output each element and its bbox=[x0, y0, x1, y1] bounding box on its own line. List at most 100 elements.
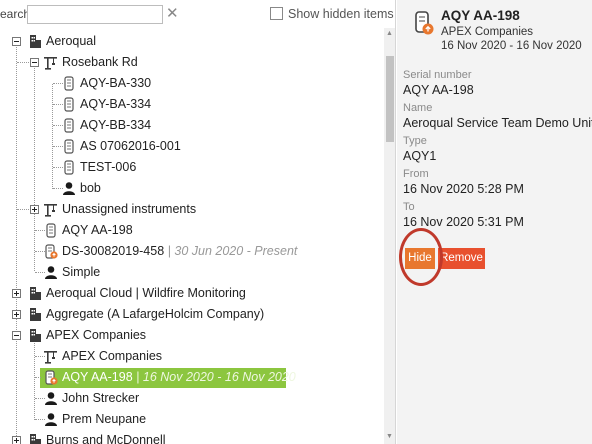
tree-item-aqy-ba-334[interactable]: AQY-BA-334 bbox=[0, 94, 384, 115]
tree-item-apex-companies[interactable]: APEX Companies bbox=[0, 325, 384, 346]
building-icon bbox=[30, 329, 41, 342]
user-icon bbox=[63, 182, 75, 195]
tree-item-label: AQY-BA-330 bbox=[80, 76, 152, 90]
tree-item-aggregate[interactable]: Aggregate (A LafargeHolcim Company) bbox=[0, 304, 384, 325]
from-value: 16 Nov 2020 5:28 PM bbox=[403, 182, 524, 196]
tree-item-label: AQY AA-198 | 16 Nov 2020 - 16 Nov 2020 bbox=[62, 367, 296, 388]
tree-item-label: Rosebank Rd bbox=[62, 55, 138, 69]
show-hidden-label[interactable]: Show hidden items bbox=[288, 7, 394, 21]
tree-item-test-006[interactable]: TEST-006 bbox=[0, 157, 384, 178]
tree-item-aqy-bb-334[interactable]: AQY-BB-334 bbox=[0, 115, 384, 136]
tree-item-unassigned-instruments[interactable]: Unassigned instruments bbox=[0, 199, 384, 220]
instrument-icon bbox=[64, 97, 74, 112]
scroll-down-icon[interactable]: ▼ bbox=[386, 433, 393, 440]
tree-item-aqy-ba-330[interactable]: AQY-BA-330 bbox=[0, 73, 384, 94]
serial-number-label: Serial number bbox=[403, 69, 472, 81]
tree-item-separator: | bbox=[136, 370, 140, 384]
tree-item-separator: | bbox=[167, 244, 171, 258]
tree-item-label: AQY AA-198 bbox=[62, 223, 133, 237]
name-label: Name bbox=[403, 102, 433, 114]
instrument-icon bbox=[64, 160, 74, 175]
detail-panel: AQY AA-198 APEX Companies 16 Nov 2020 - … bbox=[397, 0, 592, 444]
tree-item-label: John Strecker bbox=[62, 391, 140, 405]
site-crane-icon bbox=[44, 57, 57, 70]
tree-item-label: Aeroqual bbox=[46, 34, 97, 48]
building-icon bbox=[30, 308, 41, 321]
tree-item-aeroqual[interactable]: Aeroqual bbox=[0, 31, 384, 52]
tree-item-label-text: DS-30082019-458 bbox=[62, 244, 165, 258]
tree-item-date-range: 30 Jun 2020 - Present bbox=[174, 244, 298, 258]
device-organization: APEX Companies bbox=[441, 26, 534, 38]
instrument-icon bbox=[46, 223, 56, 238]
expand-toggle[interactable] bbox=[12, 436, 21, 444]
scroll-up-icon[interactable]: ▲ bbox=[386, 30, 393, 37]
tree-item-label: Simple bbox=[62, 265, 101, 279]
name-value: Aeroqual Service Team Demo Unit bbox=[403, 116, 592, 130]
instrument-icon bbox=[64, 76, 74, 91]
tree-guide bbox=[17, 62, 29, 63]
device-title: AQY AA-198 bbox=[441, 8, 520, 23]
tree-item-ds-30082019-458[interactable]: DS-30082019-458 | 30 Jun 2020 - Present bbox=[0, 241, 384, 262]
expand-toggle[interactable] bbox=[12, 289, 21, 298]
site-crane-icon bbox=[44, 351, 57, 364]
tree-item-apex-companies-site[interactable]: APEX Companies bbox=[0, 346, 384, 367]
show-hidden-checkbox[interactable] bbox=[270, 7, 283, 20]
tree-item-prem-neupane[interactable]: Prem Neupane bbox=[0, 409, 384, 430]
type-label: Type bbox=[403, 135, 427, 147]
tree-panel: earch ✕ Show hidden items Aeroqual Roseb… bbox=[0, 0, 396, 444]
from-label: From bbox=[403, 168, 429, 180]
device-date-range: 16 Nov 2020 - 16 Nov 2020 bbox=[441, 40, 582, 52]
building-icon bbox=[30, 35, 41, 48]
tree-item-bob[interactable]: bob bbox=[0, 178, 384, 199]
building-icon bbox=[30, 434, 41, 444]
tree-item-label: AS 07062016-001 bbox=[80, 139, 181, 153]
search-input[interactable] bbox=[27, 5, 163, 24]
hide-button[interactable]: Hide bbox=[405, 248, 435, 269]
tree-item-burns-and-mcdonnell[interactable]: Burns and McDonnell bbox=[0, 430, 384, 444]
collapse-toggle[interactable] bbox=[12, 331, 21, 340]
instrument-shared-icon bbox=[415, 11, 434, 35]
serial-number-value: AQY AA-198 bbox=[403, 83, 474, 97]
tree-item-label: Burns and McDonnell bbox=[46, 433, 166, 444]
tree-toolbar: earch ✕ Show hidden items bbox=[0, 0, 395, 28]
tree-item-label: Aggregate (A LafargeHolcim Company) bbox=[46, 307, 265, 321]
remove-button[interactable]: Remove bbox=[438, 248, 485, 269]
tree-item-aqy-aa-198-selected[interactable]: AQY AA-198 | 16 Nov 2020 - 16 Nov 2020 bbox=[0, 367, 384, 388]
tree-item-simple[interactable]: Simple bbox=[0, 262, 384, 283]
tree-item-label: AQY-BA-334 bbox=[80, 97, 152, 111]
tree-item-john-strecker[interactable]: John Strecker bbox=[0, 388, 384, 409]
tree-scrollbar-thumb[interactable] bbox=[386, 56, 394, 142]
tree-item-label: APEX Companies bbox=[62, 349, 163, 363]
tree-item-label: DS-30082019-458 | 30 Jun 2020 - Present bbox=[62, 241, 297, 262]
user-icon bbox=[45, 392, 57, 405]
close-icon[interactable]: ✕ bbox=[166, 5, 179, 23]
tree-item-aeroqual-cloud[interactable]: Aeroqual Cloud | Wildfire Monitoring bbox=[0, 283, 384, 304]
instrument-icon bbox=[64, 118, 74, 133]
tree-item-label: Aeroqual Cloud | Wildfire Monitoring bbox=[46, 286, 246, 300]
tree-item-aqy-aa-198[interactable]: AQY AA-198 bbox=[0, 220, 384, 241]
instrument-shared-icon bbox=[45, 370, 58, 385]
collapse-toggle[interactable] bbox=[30, 58, 39, 67]
to-value: 16 Nov 2020 5:31 PM bbox=[403, 215, 524, 229]
instrument-icon bbox=[64, 139, 74, 154]
to-label: To bbox=[403, 201, 415, 213]
site-crane-icon bbox=[44, 204, 57, 217]
tree-item-label: bob bbox=[80, 181, 101, 195]
tree-item-label: Prem Neupane bbox=[62, 412, 147, 426]
tree-item-date-range: 16 Nov 2020 - 16 Nov 2020 bbox=[142, 370, 296, 384]
expand-toggle[interactable] bbox=[30, 205, 39, 214]
type-value: AQY1 bbox=[403, 149, 437, 163]
expand-toggle[interactable] bbox=[12, 310, 21, 319]
tree-item-rosebank-rd[interactable]: Rosebank Rd bbox=[0, 52, 384, 73]
search-label: earch bbox=[0, 7, 31, 21]
tree-item-label: AQY-BB-334 bbox=[80, 118, 152, 132]
instrument-shared-icon bbox=[45, 244, 58, 259]
tree-item-as-07062016-001[interactable]: AS 07062016-001 bbox=[0, 136, 384, 157]
tree-item-label: Unassigned instruments bbox=[62, 202, 197, 216]
user-icon bbox=[45, 413, 57, 426]
collapse-toggle[interactable] bbox=[12, 37, 21, 46]
user-icon bbox=[45, 266, 57, 279]
building-icon bbox=[30, 287, 41, 300]
tree-guide bbox=[35, 377, 41, 378]
tree-item-label: APEX Companies bbox=[46, 328, 147, 342]
